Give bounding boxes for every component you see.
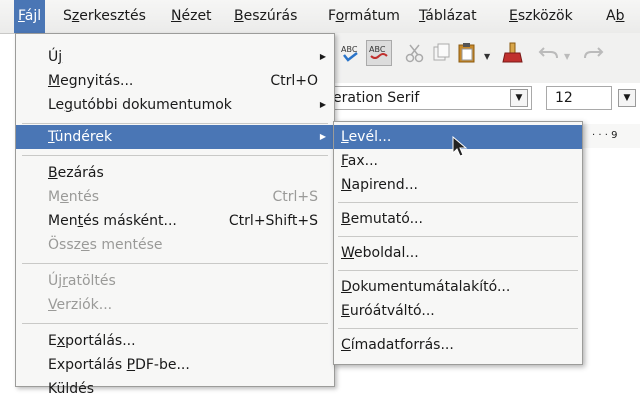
submenu-item-address-data-source[interactable]: Címadatforrás... <box>334 333 582 357</box>
paste-dropdown-icon[interactable]: ▼ <box>484 52 490 61</box>
menu-item-send[interactable]: Küldés <box>16 377 334 401</box>
menu-item-export[interactable]: Exportálás... <box>16 329 334 353</box>
menu-tools[interactable]: Eszközök <box>505 0 577 33</box>
font-size-dropdown-icon[interactable]: ▼ <box>618 89 636 107</box>
svg-text:ABC: ABC <box>369 45 386 54</box>
submenu-item-document-converter[interactable]: Dokumentumátalakító... <box>334 275 582 299</box>
menu-item-close[interactable]: Bezárás <box>16 161 334 185</box>
undo-icon[interactable] <box>536 40 562 66</box>
menu-separator <box>338 236 578 237</box>
menu-item-open[interactable]: Megnyitás... Ctrl+O <box>16 69 334 93</box>
clone-formatting-icon[interactable] <box>500 40 526 66</box>
document-page[interactable] <box>580 148 640 387</box>
menu-table[interactable]: Táblázat <box>415 0 481 33</box>
svg-text:ABC: ABC <box>341 45 358 54</box>
menu-separator <box>338 270 578 271</box>
cut-icon[interactable] <box>402 40 428 66</box>
mouse-cursor-icon <box>452 135 468 158</box>
menu-item-save[interactable]: Mentés Ctrl+S <box>16 185 334 209</box>
menu-separator <box>338 202 578 203</box>
menu-item-export-pdf[interactable]: Exportálás PDF-be... <box>16 353 334 377</box>
ruler-label: · · · 9 <box>592 130 618 141</box>
menu-item-new[interactable]: Új ▶ <box>16 45 334 69</box>
menu-item-versions[interactable]: Verziók... <box>16 293 334 317</box>
menu-item-reload[interactable]: Újratöltés <box>16 269 334 293</box>
menu-more[interactable]: Ab <box>602 0 628 33</box>
submenu-item-agenda[interactable]: Napirend... <box>334 173 582 197</box>
menu-separator <box>22 323 328 324</box>
font-name-input[interactable]: eration Serif <box>320 86 532 110</box>
menu-insert[interactable]: Beszúrás <box>230 0 301 33</box>
menu-separator <box>22 123 328 124</box>
submenu-item-presentation[interactable]: Bemutató... <box>334 207 582 231</box>
font-name-dropdown-icon[interactable]: ▼ <box>510 89 528 107</box>
submenu-arrow-icon: ▶ <box>319 132 326 141</box>
menu-item-save-all[interactable]: Összes mentése <box>16 233 334 257</box>
menu-file[interactable]: Fájl <box>14 0 46 33</box>
spellcheck-icon[interactable]: ABC <box>338 40 364 66</box>
font-size-input[interactable]: 12 <box>546 86 612 110</box>
menu-format[interactable]: Formátum <box>324 0 404 33</box>
redo-icon[interactable] <box>580 40 606 66</box>
menu-item-recent-documents[interactable]: Legutóbbi dokumentumok ▶ <box>16 93 334 117</box>
menu-item-save-as[interactable]: Mentés másként... Ctrl+Shift+S <box>16 209 334 233</box>
menu-separator <box>338 328 578 329</box>
undo-dropdown-icon[interactable]: ▼ <box>564 52 570 61</box>
menu-edit[interactable]: Szerkesztés <box>59 0 150 33</box>
submenu-item-webpage[interactable]: Weboldal... <box>334 241 582 265</box>
menu-separator <box>22 263 328 264</box>
submenu-item-euro-converter[interactable]: Euróátváltó... <box>334 299 582 323</box>
submenu-arrow-icon: ▶ <box>319 52 326 61</box>
copy-icon[interactable] <box>428 40 454 66</box>
menu-view[interactable]: Nézet <box>167 0 216 33</box>
file-menu: Új ▶ Megnyitás... Ctrl+O Legutóbbi dokum… <box>15 33 335 397</box>
autospellcheck-icon[interactable]: ABC <box>366 40 392 66</box>
paste-icon[interactable] <box>454 40 480 66</box>
menu-separator <box>22 155 328 156</box>
submenu-arrow-icon: ▶ <box>319 100 326 109</box>
menubar: Fájl Szerkesztés Nézet Beszúrás Formátum… <box>0 0 640 34</box>
ruler: · · · 9 <box>580 124 640 149</box>
menu-item-wizards[interactable]: Tündérek ▶ <box>16 125 334 149</box>
